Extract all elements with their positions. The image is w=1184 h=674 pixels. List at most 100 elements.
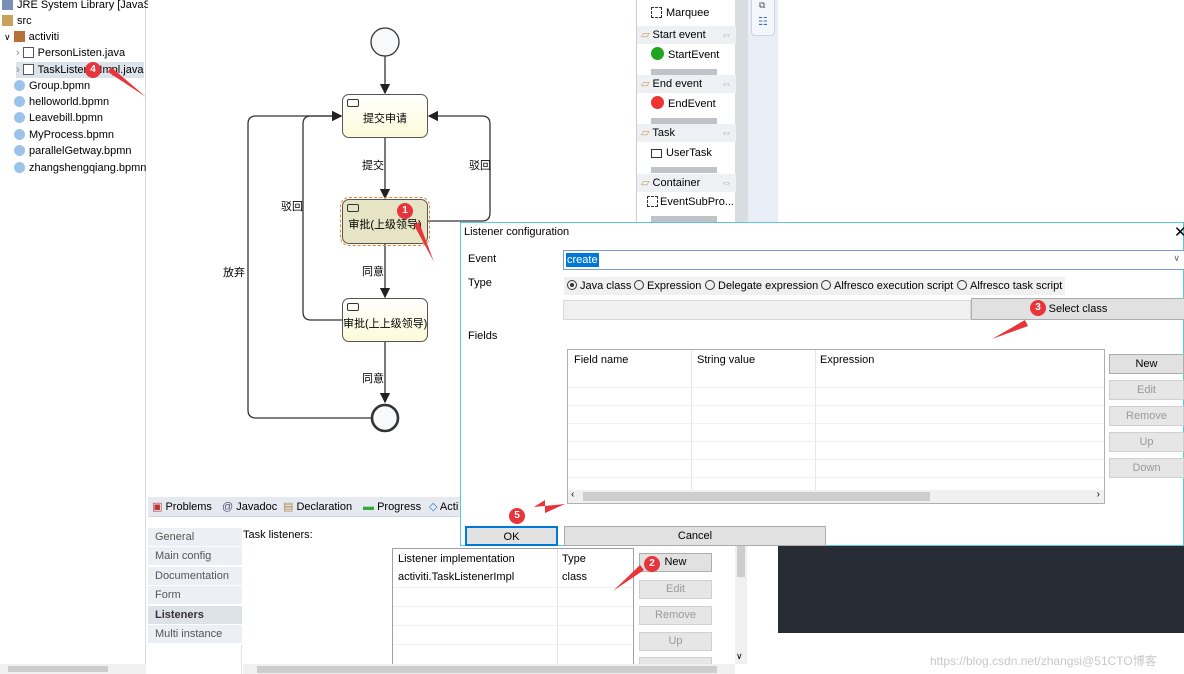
task-listeners-label: Task listeners: bbox=[243, 529, 313, 541]
outline-icon[interactable]: ☷ bbox=[758, 15, 768, 28]
column-header-expression[interactable]: Expression bbox=[820, 351, 874, 369]
palette-label: StartEvent bbox=[668, 49, 720, 61]
section-multi-instance[interactable]: Multi instance bbox=[148, 625, 242, 644]
end-event[interactable] bbox=[370, 403, 400, 433]
column-header-type[interactable]: Type bbox=[562, 550, 586, 568]
tree-item-personlisten[interactable]: › PersonListen.java bbox=[16, 45, 125, 61]
event-combo[interactable]: create ∨ bbox=[563, 250, 1184, 270]
annotation-badge-3: 3 bbox=[1030, 300, 1046, 316]
radio-delegate-expression[interactable]: Delegate expression bbox=[702, 277, 822, 295]
ok-button[interactable]: OK bbox=[465, 526, 558, 546]
tab-javadoc[interactable]: @ Javadoc bbox=[222, 499, 277, 515]
fields-table[interactable]: Field name String value Expression ‹ › bbox=[567, 349, 1105, 504]
palette-startevent[interactable]: StartEvent bbox=[651, 46, 719, 64]
chevron-down-icon[interactable]: ∨ bbox=[4, 32, 11, 42]
fields-label: Fields bbox=[468, 330, 498, 342]
bpmn-file-icon bbox=[14, 112, 25, 123]
listener-edit-button[interactable]: Edit bbox=[639, 580, 712, 599]
tree-label: activiti bbox=[28, 31, 60, 43]
section-form[interactable]: Form bbox=[148, 586, 242, 605]
radio-java-class[interactable]: Java class bbox=[564, 277, 635, 295]
collapse-icon[interactable]: ⇔ bbox=[721, 124, 732, 142]
tree-item-zhangshengqiang[interactable]: zhangshengqiang.bpmn bbox=[14, 160, 146, 176]
collapse-icon[interactable]: ⇔ bbox=[721, 174, 732, 192]
palette-section-start[interactable]: ▱ Start event ⇔ bbox=[637, 26, 736, 44]
radio-selected-icon bbox=[567, 280, 577, 290]
palette-section-task[interactable]: ▱ Task ⇔ bbox=[637, 124, 736, 142]
radio-expression[interactable]: Expression bbox=[631, 277, 705, 295]
select-class-button[interactable]: Select class bbox=[971, 298, 1184, 320]
tab-activiti[interactable]: ◇ Acti bbox=[429, 499, 458, 515]
flow-abandon[interactable] bbox=[247, 110, 371, 419]
package-explorer: JRE System Library [JavaSE src ∨ activiti… bbox=[0, 0, 158, 674]
tree-item-tasklistenerimpl[interactable]: ›TaskListenerImpl.java bbox=[16, 62, 144, 78]
tree-item-helloworld[interactable]: helloworld.bpmn bbox=[14, 94, 109, 110]
cancel-button[interactable]: Cancel bbox=[564, 526, 826, 546]
task-approve-manager[interactable]: 审批(上级领导) bbox=[340, 197, 430, 246]
radio-alfresco-execution-script[interactable]: Alfresco execution script bbox=[818, 277, 957, 295]
collapse-icon[interactable]: ⇔ bbox=[721, 26, 732, 44]
collapse-icon[interactable]: ⇔ bbox=[721, 75, 732, 93]
chevron-right-icon[interactable]: › bbox=[16, 47, 20, 59]
tree-item-src[interactable]: src bbox=[2, 13, 32, 29]
scroll-right-icon[interactable]: › bbox=[1097, 489, 1100, 500]
tab-declaration[interactable]: ▤ Declaration bbox=[283, 499, 352, 515]
field-edit-button[interactable]: Edit bbox=[1109, 380, 1184, 400]
radio-label: Java class bbox=[580, 280, 632, 292]
tree-item-myprocess[interactable]: MyProcess.bpmn bbox=[14, 127, 114, 143]
horizontal-scrollbar[interactable]: ‹ › bbox=[568, 489, 1104, 503]
at-icon: @ bbox=[222, 501, 234, 513]
tree-item-jre[interactable]: JRE System Library [JavaSE bbox=[2, 0, 158, 13]
tab-problems[interactable]: ▣ Problems bbox=[152, 499, 212, 515]
task-approve-senior-manager[interactable]: 审批(上上级领导) bbox=[342, 298, 428, 342]
folder-icon: ▱ bbox=[641, 78, 650, 90]
section-general[interactable]: General bbox=[148, 528, 242, 547]
palette-endevent[interactable]: EndEvent bbox=[651, 95, 716, 113]
palette-marquee[interactable]: Marquee bbox=[651, 4, 709, 22]
tab-progress[interactable]: ▬ Progress bbox=[363, 499, 421, 515]
section-listeners[interactable]: Listeners bbox=[148, 606, 242, 625]
radio-alfresco-task-script[interactable]: Alfresco task script bbox=[954, 277, 1066, 295]
column-header-string-value[interactable]: String value bbox=[697, 351, 755, 369]
flow-reject-left[interactable] bbox=[302, 110, 343, 321]
palette-section-end[interactable]: ▱ End event ⇔ bbox=[637, 75, 736, 93]
chevron-right-icon[interactable]: › bbox=[16, 64, 20, 76]
tree-item-leavebill[interactable]: Leavebill.bpmn bbox=[14, 110, 103, 126]
palette-partial-item bbox=[651, 167, 717, 173]
radio-label: Alfresco task script bbox=[970, 280, 1063, 292]
field-new-button[interactable]: New bbox=[1109, 354, 1184, 374]
field-down-button[interactable]: Down bbox=[1109, 458, 1184, 478]
section-documentation[interactable]: Documentation bbox=[148, 567, 242, 586]
field-remove-button[interactable]: Remove bbox=[1109, 406, 1184, 426]
chevron-down-icon[interactable]: ∨ bbox=[1173, 253, 1180, 264]
tree-item-group[interactable]: Group.bpmn bbox=[14, 78, 90, 94]
scroll-down-icon[interactable]: ∨ bbox=[736, 651, 743, 662]
tab-label: Problems bbox=[165, 501, 212, 513]
palette-label: EndEvent bbox=[668, 98, 716, 110]
palette-usertask[interactable]: UserTask bbox=[651, 144, 712, 162]
flow-label: 驳回 bbox=[469, 160, 491, 172]
field-up-button[interactable]: Up bbox=[1109, 432, 1184, 452]
horizontal-scrollbar[interactable] bbox=[243, 664, 735, 674]
tab-label: Progress bbox=[377, 501, 422, 513]
scroll-left-icon[interactable]: ‹ bbox=[571, 489, 574, 500]
column-header-implementation[interactable]: Listener implementation bbox=[398, 550, 515, 568]
start-event[interactable] bbox=[370, 27, 400, 57]
radio-icon bbox=[705, 280, 715, 290]
task-submit-application[interactable]: 提交申请 bbox=[342, 94, 428, 138]
tree-item-activiti[interactable]: ∨ activiti bbox=[4, 29, 59, 45]
radio-label: Expression bbox=[647, 280, 702, 292]
class-field[interactable] bbox=[563, 300, 971, 320]
restore-icon[interactable]: ⧉ bbox=[759, 0, 765, 11]
close-icon[interactable]: ✕ bbox=[1174, 223, 1184, 241]
palette-eventsubprocess[interactable]: EventSubPro... bbox=[647, 193, 734, 211]
horizontal-scrollbar[interactable] bbox=[0, 664, 146, 674]
section-main-config[interactable]: Main config bbox=[148, 547, 242, 566]
tree-item-parallelgetway[interactable]: parallelGetway.bpmn bbox=[14, 143, 132, 159]
palette-section-container[interactable]: ▱ Container ⇔ bbox=[637, 174, 736, 192]
listener-up-button[interactable]: Up bbox=[639, 632, 712, 651]
column-header-field-name[interactable]: Field name bbox=[574, 351, 628, 369]
listener-remove-button[interactable]: Remove bbox=[639, 606, 712, 625]
listeners-table[interactable]: Listener implementation Type activiti.Ta… bbox=[392, 548, 634, 668]
tree-label: MyProcess.bpmn bbox=[29, 129, 114, 141]
